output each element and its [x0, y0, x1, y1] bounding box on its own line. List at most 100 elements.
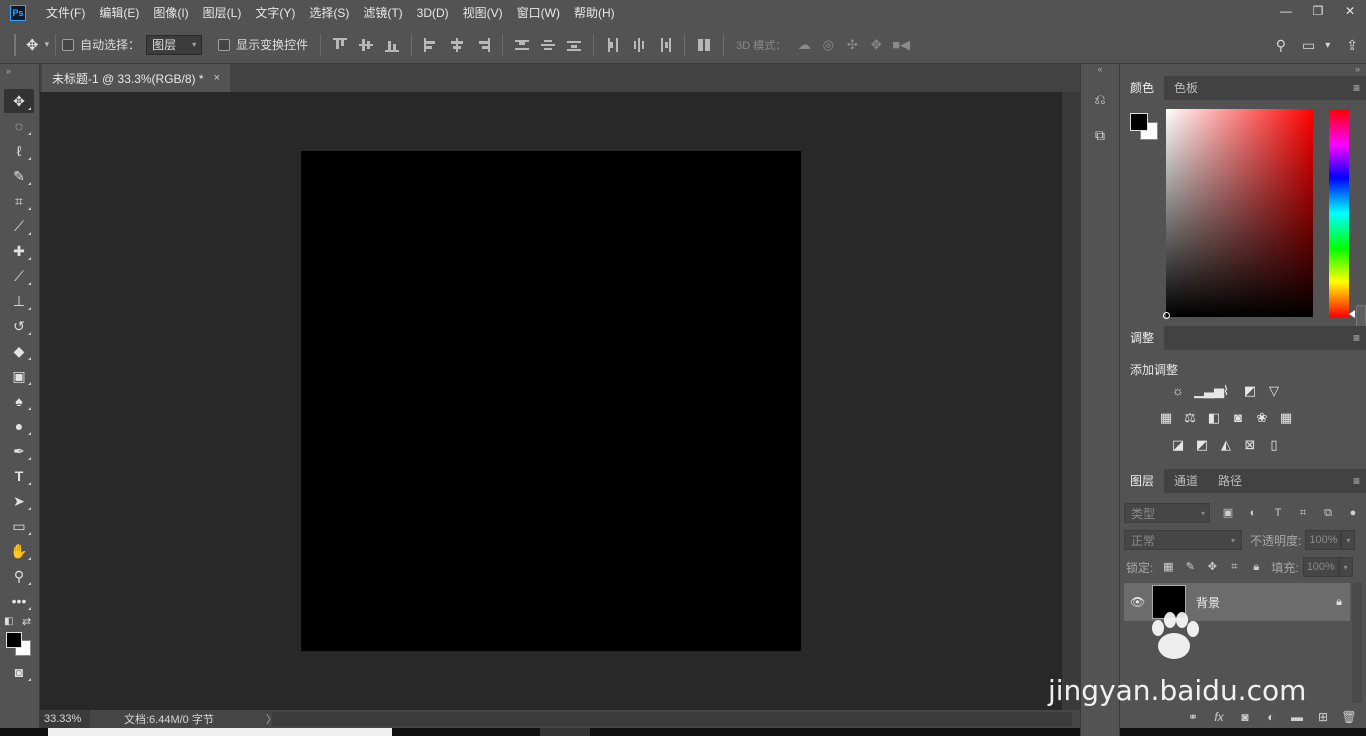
color-picker-marker[interactable] [1163, 312, 1170, 319]
brush-tool-icon[interactable]: ⟋ [4, 264, 34, 288]
history-panel-icon[interactable]: ⎌ [1086, 86, 1114, 112]
filter-toggle-icon[interactable]: ● [1346, 506, 1360, 520]
zoom-tool-icon[interactable]: ⚲ [4, 564, 34, 588]
panel-menu-icon[interactable]: ≡ [1353, 474, 1360, 488]
foreground-color-swatch[interactable] [6, 632, 22, 648]
menu-filter[interactable]: 滤镜(T) [363, 4, 402, 21]
3d-roll-icon[interactable]: ◎ [820, 37, 836, 53]
filter-adjustment-icon[interactable]: ◐ [1246, 506, 1260, 520]
healing-brush-tool-icon[interactable]: ✚ [4, 239, 34, 263]
share-icon[interactable]: ⇪ [1346, 37, 1358, 54]
align-vcenter-icon[interactable] [359, 38, 374, 52]
lock-artboard-icon[interactable]: ⌗ [1227, 560, 1241, 574]
photo-filter-icon[interactable]: ◙ [1230, 410, 1246, 426]
taskbar-item[interactable] [48, 728, 392, 736]
filter-pixel-icon[interactable]: ▣ [1221, 506, 1235, 520]
tab-adjustments[interactable]: 调整 [1120, 326, 1165, 350]
collapse-panels-icon[interactable]: » [1120, 64, 1366, 76]
fill-input[interactable]: 100% [1302, 557, 1339, 577]
black-white-icon[interactable]: ◧ [1206, 410, 1222, 426]
blend-mode-dropdown[interactable]: 正常 ▾ [1124, 530, 1242, 550]
blur-tool-icon[interactable]: ♠ [4, 389, 34, 413]
tab-channels[interactable]: 通道 [1164, 469, 1208, 493]
color-picker-field[interactable] [1166, 109, 1313, 317]
new-group-icon[interactable]: ▬ [1288, 710, 1306, 724]
hue-slider[interactable] [1329, 109, 1349, 317]
fill-dropdown-icon[interactable]: ▾ [1338, 557, 1353, 577]
clone-stamp-tool-icon[interactable]: ⊥ [4, 289, 34, 313]
invert-icon[interactable]: ◪ [1170, 437, 1186, 453]
gradient-map-icon[interactable]: ▯ [1266, 437, 1282, 453]
collapse-toolbar-icon[interactable]: » [0, 64, 39, 88]
minimize-button[interactable]: — [1270, 0, 1302, 22]
default-colors-icon[interactable]: ◧ [4, 616, 13, 627]
color-lookup-icon[interactable]: ▦ [1278, 410, 1294, 426]
align-right-icon[interactable] [476, 37, 491, 52]
align-hcenter-icon[interactable] [450, 37, 464, 52]
show-transform-checkbox[interactable] [218, 38, 231, 51]
align-left-icon[interactable] [424, 37, 438, 52]
panel-menu-icon[interactable]: ≡ [1353, 331, 1360, 345]
close-document-icon[interactable]: × [214, 72, 220, 84]
filter-type-icon[interactable]: T [1271, 506, 1285, 520]
eyedropper-tool-icon[interactable]: ⟋ [4, 214, 34, 238]
more-tools-icon[interactable]: ••• [4, 589, 34, 613]
document-tab[interactable]: 未标题-1 @ 33.3%(RGB/8) * × [42, 64, 230, 92]
levels-icon[interactable]: ▁▃▅ [1194, 383, 1224, 399]
add-mask-icon[interactable]: ◙ [1236, 710, 1254, 724]
threshold-icon[interactable]: ◭ [1218, 437, 1234, 453]
menu-image[interactable]: 图像(I) [153, 4, 188, 21]
lock-pixels-icon[interactable]: ✎ [1183, 560, 1197, 574]
horizontal-scrollbar[interactable] [272, 712, 1072, 726]
align-top-icon[interactable] [333, 37, 348, 52]
auto-select-dropdown[interactable]: 图层 ▾ [146, 34, 203, 55]
document-canvas[interactable] [301, 151, 801, 651]
lock-transparent-icon[interactable]: ▦ [1161, 560, 1175, 574]
type-tool-icon[interactable]: T [4, 464, 34, 488]
hue-slider-marker[interactable] [1349, 310, 1355, 318]
chevron-down-icon[interactable]: ▾ [45, 39, 50, 50]
properties-panel-icon[interactable]: ⧉ [1086, 122, 1114, 148]
3d-pan-icon[interactable]: ✣ [844, 37, 860, 53]
vertical-scrollbar[interactable] [1062, 92, 1080, 710]
exposure-icon[interactable]: ◩ [1242, 383, 1258, 399]
visibility-eye-icon[interactable]: 👁︎ [1130, 595, 1146, 609]
layer-row[interactable]: 👁︎ 背景 🔒︎ [1124, 583, 1350, 621]
dodge-tool-icon[interactable]: ● [4, 414, 34, 438]
new-adjustment-layer-icon[interactable]: ◐ [1262, 710, 1280, 724]
lock-position-icon[interactable]: ✥ [1205, 560, 1219, 574]
vibrance-icon[interactable]: ▽ [1266, 383, 1282, 399]
panel-menu-icon[interactable]: ≡ [1353, 81, 1360, 95]
quick-select-tool-icon[interactable]: ✎ [4, 164, 34, 188]
3d-scale-icon[interactable]: ■◀ [892, 37, 910, 53]
link-layers-icon[interactable]: ⚭ [1184, 710, 1202, 724]
opacity-input[interactable]: 100% [1305, 530, 1342, 550]
rectangle-tool-icon[interactable]: ▭ [4, 514, 34, 538]
tab-swatches[interactable]: 色板 [1164, 76, 1208, 100]
marquee-tool-icon[interactable]: ◌ [4, 114, 34, 138]
restore-button[interactable]: ❐ [1302, 0, 1334, 22]
taskbar-item[interactable] [540, 728, 590, 736]
crop-tool-icon[interactable]: ⌗ [4, 189, 34, 213]
filter-shape-icon[interactable]: ⌗ [1296, 506, 1310, 520]
new-layer-icon[interactable]: ⊞ [1314, 710, 1332, 724]
opacity-dropdown-icon[interactable]: ▾ [1341, 530, 1356, 550]
delete-layer-icon[interactable]: 🗑︎ [1340, 710, 1358, 724]
layer-name[interactable]: 背景 [1196, 594, 1220, 611]
lasso-tool-icon[interactable]: ℓ [4, 139, 34, 163]
quick-mask-icon[interactable]: ◙ [4, 660, 34, 684]
layer-filter-dropdown[interactable]: 类型 ▾ [1124, 503, 1210, 523]
collapse-dock-icon[interactable]: « [1081, 64, 1119, 76]
distribute-left-icon[interactable] [606, 37, 620, 52]
menu-select[interactable]: 选择(S) [309, 4, 349, 21]
gradient-tool-icon[interactable]: ▣ [4, 364, 34, 388]
auto-select-checkbox[interactable] [62, 38, 75, 51]
curves-icon[interactable]: ⌇ [1218, 383, 1234, 399]
3d-orbit-icon[interactable]: ☁ [796, 37, 812, 53]
panel-foreground-swatch[interactable] [1130, 113, 1148, 131]
posterize-icon[interactable]: ◩ [1194, 437, 1210, 453]
zoom-field[interactable]: 33.33% [40, 710, 90, 728]
channel-mixer-icon[interactable]: ❀ [1254, 410, 1270, 426]
brightness-contrast-icon[interactable]: ☼ [1170, 383, 1186, 399]
pen-tool-icon[interactable]: ✒ [4, 439, 34, 463]
